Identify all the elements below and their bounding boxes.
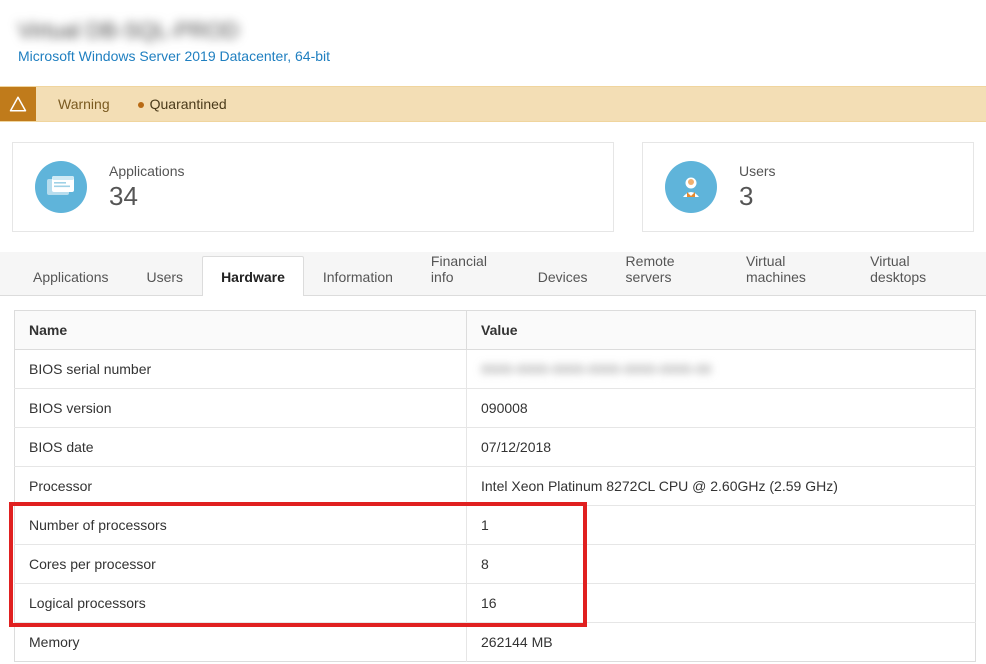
table-row: Cores per processor8 [15, 545, 976, 584]
cell-name: Number of processors [15, 506, 467, 545]
table-row: Number of processors1 [15, 506, 976, 545]
cell-value: 090008 [467, 389, 976, 428]
tab-information[interactable]: Information [304, 256, 412, 296]
hardware-table-wrap: Name Value BIOS serial number0000-0000-0… [0, 296, 986, 662]
cell-name: Processor [15, 467, 467, 506]
table-row: ProcessorIntel Xeon Platinum 8272CL CPU … [15, 467, 976, 506]
col-header-value[interactable]: Value [467, 311, 976, 350]
cell-name: Logical processors [15, 584, 467, 623]
table-row: BIOS date07/12/2018 [15, 428, 976, 467]
cell-value: 1 [467, 506, 976, 545]
page-title: Virtual DB-SQL-PROD [18, 18, 968, 44]
cell-value: 16 [467, 584, 976, 623]
cell-value: 8 [467, 545, 976, 584]
applications-icon [35, 161, 87, 213]
cell-name: BIOS serial number [15, 350, 467, 389]
col-header-name[interactable]: Name [15, 311, 467, 350]
applications-count: 34 [109, 181, 185, 212]
tab-virtual-machines[interactable]: Virtual machines [727, 240, 851, 296]
cell-name: Cores per processor [15, 545, 467, 584]
users-icon [665, 161, 717, 213]
cell-name: Memory [15, 623, 467, 662]
cell-value: 07/12/2018 [467, 428, 976, 467]
os-subtitle[interactable]: Microsoft Windows Server 2019 Datacenter… [18, 48, 968, 64]
tab-remote-servers[interactable]: Remote servers [607, 240, 727, 296]
applications-label: Applications [109, 163, 185, 179]
tab-users[interactable]: Users [128, 256, 203, 296]
cell-name: BIOS version [15, 389, 467, 428]
warning-bar: Warning Quarantined [0, 86, 986, 122]
page-header: Virtual DB-SQL-PROD Microsoft Windows Se… [0, 0, 986, 78]
users-card[interactable]: Users 3 [642, 142, 974, 232]
table-row: BIOS serial number0000-0000-0000-0000-00… [15, 350, 976, 389]
applications-card[interactable]: Applications 34 [12, 142, 614, 232]
cell-name: BIOS date [15, 428, 467, 467]
summary-cards: Applications 34 Users 3 [0, 122, 986, 252]
tab-devices[interactable]: Devices [519, 256, 607, 296]
users-label: Users [739, 163, 776, 179]
table-row: Logical processors16 [15, 584, 976, 623]
tab-financial-info[interactable]: Financial info [412, 240, 519, 296]
tab-hardware[interactable]: Hardware [202, 256, 304, 296]
table-row: Memory262144 MB [15, 623, 976, 662]
tab-applications[interactable]: Applications [14, 256, 128, 296]
cell-value: 0000-0000-0000-0000-0000-0000-00 [467, 350, 976, 389]
quarantine-status: Quarantined [138, 96, 227, 112]
users-count: 3 [739, 181, 776, 212]
tab-virtual-desktops[interactable]: Virtual desktops [851, 240, 972, 296]
cell-value: Intel Xeon Platinum 8272CL CPU @ 2.60GHz… [467, 467, 976, 506]
cell-value: 262144 MB [467, 623, 976, 662]
tabs-bar: ApplicationsUsersHardwareInformationFina… [0, 252, 986, 296]
table-row: BIOS version090008 [15, 389, 976, 428]
warning-icon [0, 87, 36, 121]
warning-label: Warning [58, 96, 110, 112]
hardware-table: Name Value BIOS serial number0000-0000-0… [14, 310, 976, 662]
